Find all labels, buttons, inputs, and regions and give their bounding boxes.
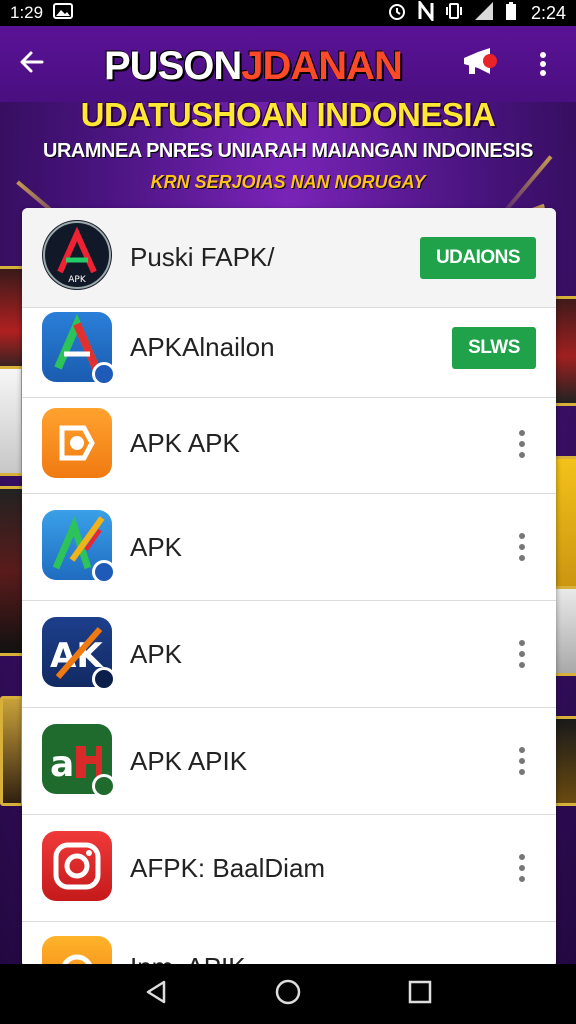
home-circle-icon — [274, 978, 302, 1011]
banner-tagline: KRN SERJOIAS NAN NORUGAY — [150, 172, 426, 192]
overflow-menu-button[interactable] — [512, 527, 532, 567]
overflow-menu-button[interactable] — [512, 424, 532, 464]
red-camera-logo-icon — [42, 831, 112, 901]
megaphone-icon — [460, 46, 498, 83]
list-item[interactable]: APK — [22, 494, 556, 601]
alarm-icon — [387, 1, 407, 25]
promo-poster — [0, 696, 24, 806]
back-button[interactable] — [0, 26, 64, 102]
apk-dark-logo-icon: APK — [42, 220, 112, 290]
apk-pen-logo-icon — [42, 510, 116, 584]
status-clock: 2:24 — [530, 2, 566, 23]
list-item[interactable]: AK APK — [22, 601, 556, 708]
app-bar: PUSONJDANAN — [0, 26, 576, 102]
apk-triangle-logo-icon — [42, 312, 116, 386]
signal-icon — [473, 1, 495, 25]
overflow-menu-button[interactable] — [512, 634, 532, 674]
app-name: APK — [130, 531, 183, 562]
vibrate-icon — [445, 1, 463, 25]
update-button[interactable]: UDAIONS — [420, 236, 536, 279]
app-list: APK Puski FAPK/ UDAIONS APKAlnailon SLWS… — [22, 208, 556, 968]
battery-icon — [505, 1, 517, 25]
nav-home-button[interactable] — [264, 970, 312, 1018]
announcement-button[interactable] — [458, 44, 500, 84]
status-left-time: 1:29 — [10, 3, 44, 22]
green-ah-logo-icon: a — [42, 724, 116, 798]
app-name: AFPK: BaalDiam — [130, 852, 326, 883]
app-title-main: PUSON — [104, 44, 242, 88]
banner-subheadline: URAMNEA PNRES UNIARAH MAIANGAN INDOINESI… — [43, 140, 533, 162]
recents-square-icon — [407, 979, 433, 1010]
more-vert-icon — [539, 51, 547, 82]
app-title-highlight: JDANAN — [241, 44, 403, 88]
orange-square-logo-icon — [42, 408, 112, 478]
list-item[interactable]: APKAlnailon SLWS — [22, 298, 556, 398]
app-name: APK APK — [130, 428, 240, 458]
banner-headline: UDATUSHOAN INDONESIA — [80, 96, 496, 133]
nav-recents-button[interactable] — [396, 970, 444, 1018]
list-item[interactable]: AFPK: BaalDiam — [22, 815, 556, 922]
list-item[interactable]: APK APK — [22, 394, 556, 494]
list-item[interactable]: APK Puski FAPK/ UDAIONS — [22, 208, 556, 308]
app-name: APKAlnailon — [130, 332, 275, 362]
apk-x-logo-icon: AK — [42, 617, 116, 691]
overflow-menu-button[interactable] — [512, 741, 532, 781]
overflow-menu-button[interactable] — [512, 848, 532, 888]
nav-back-button[interactable] — [132, 970, 180, 1018]
app-name: APK — [130, 638, 183, 669]
promo-poster — [0, 366, 24, 476]
svg-text:APK: APK — [68, 275, 87, 285]
more-options-button[interactable] — [528, 46, 558, 86]
system-nav-bar — [0, 964, 576, 1024]
app-name: APK APIK — [130, 745, 248, 776]
list-item[interactable]: a APK APIK — [22, 708, 556, 815]
nfc-icon — [417, 0, 435, 25]
back-triangle-icon — [142, 978, 170, 1011]
app-title: PUSONJDANAN — [104, 44, 403, 89]
status-bar: 1:29 2:24 — [0, 0, 576, 26]
back-arrow-icon — [18, 48, 46, 81]
svg-text:a: a — [50, 744, 74, 785]
list-item[interactable]: Ipm. APIK — [22, 922, 556, 968]
photo-icon — [53, 3, 74, 23]
install-button[interactable]: SLWS — [452, 326, 536, 369]
app-name: Puski FAPK/ — [130, 242, 275, 272]
